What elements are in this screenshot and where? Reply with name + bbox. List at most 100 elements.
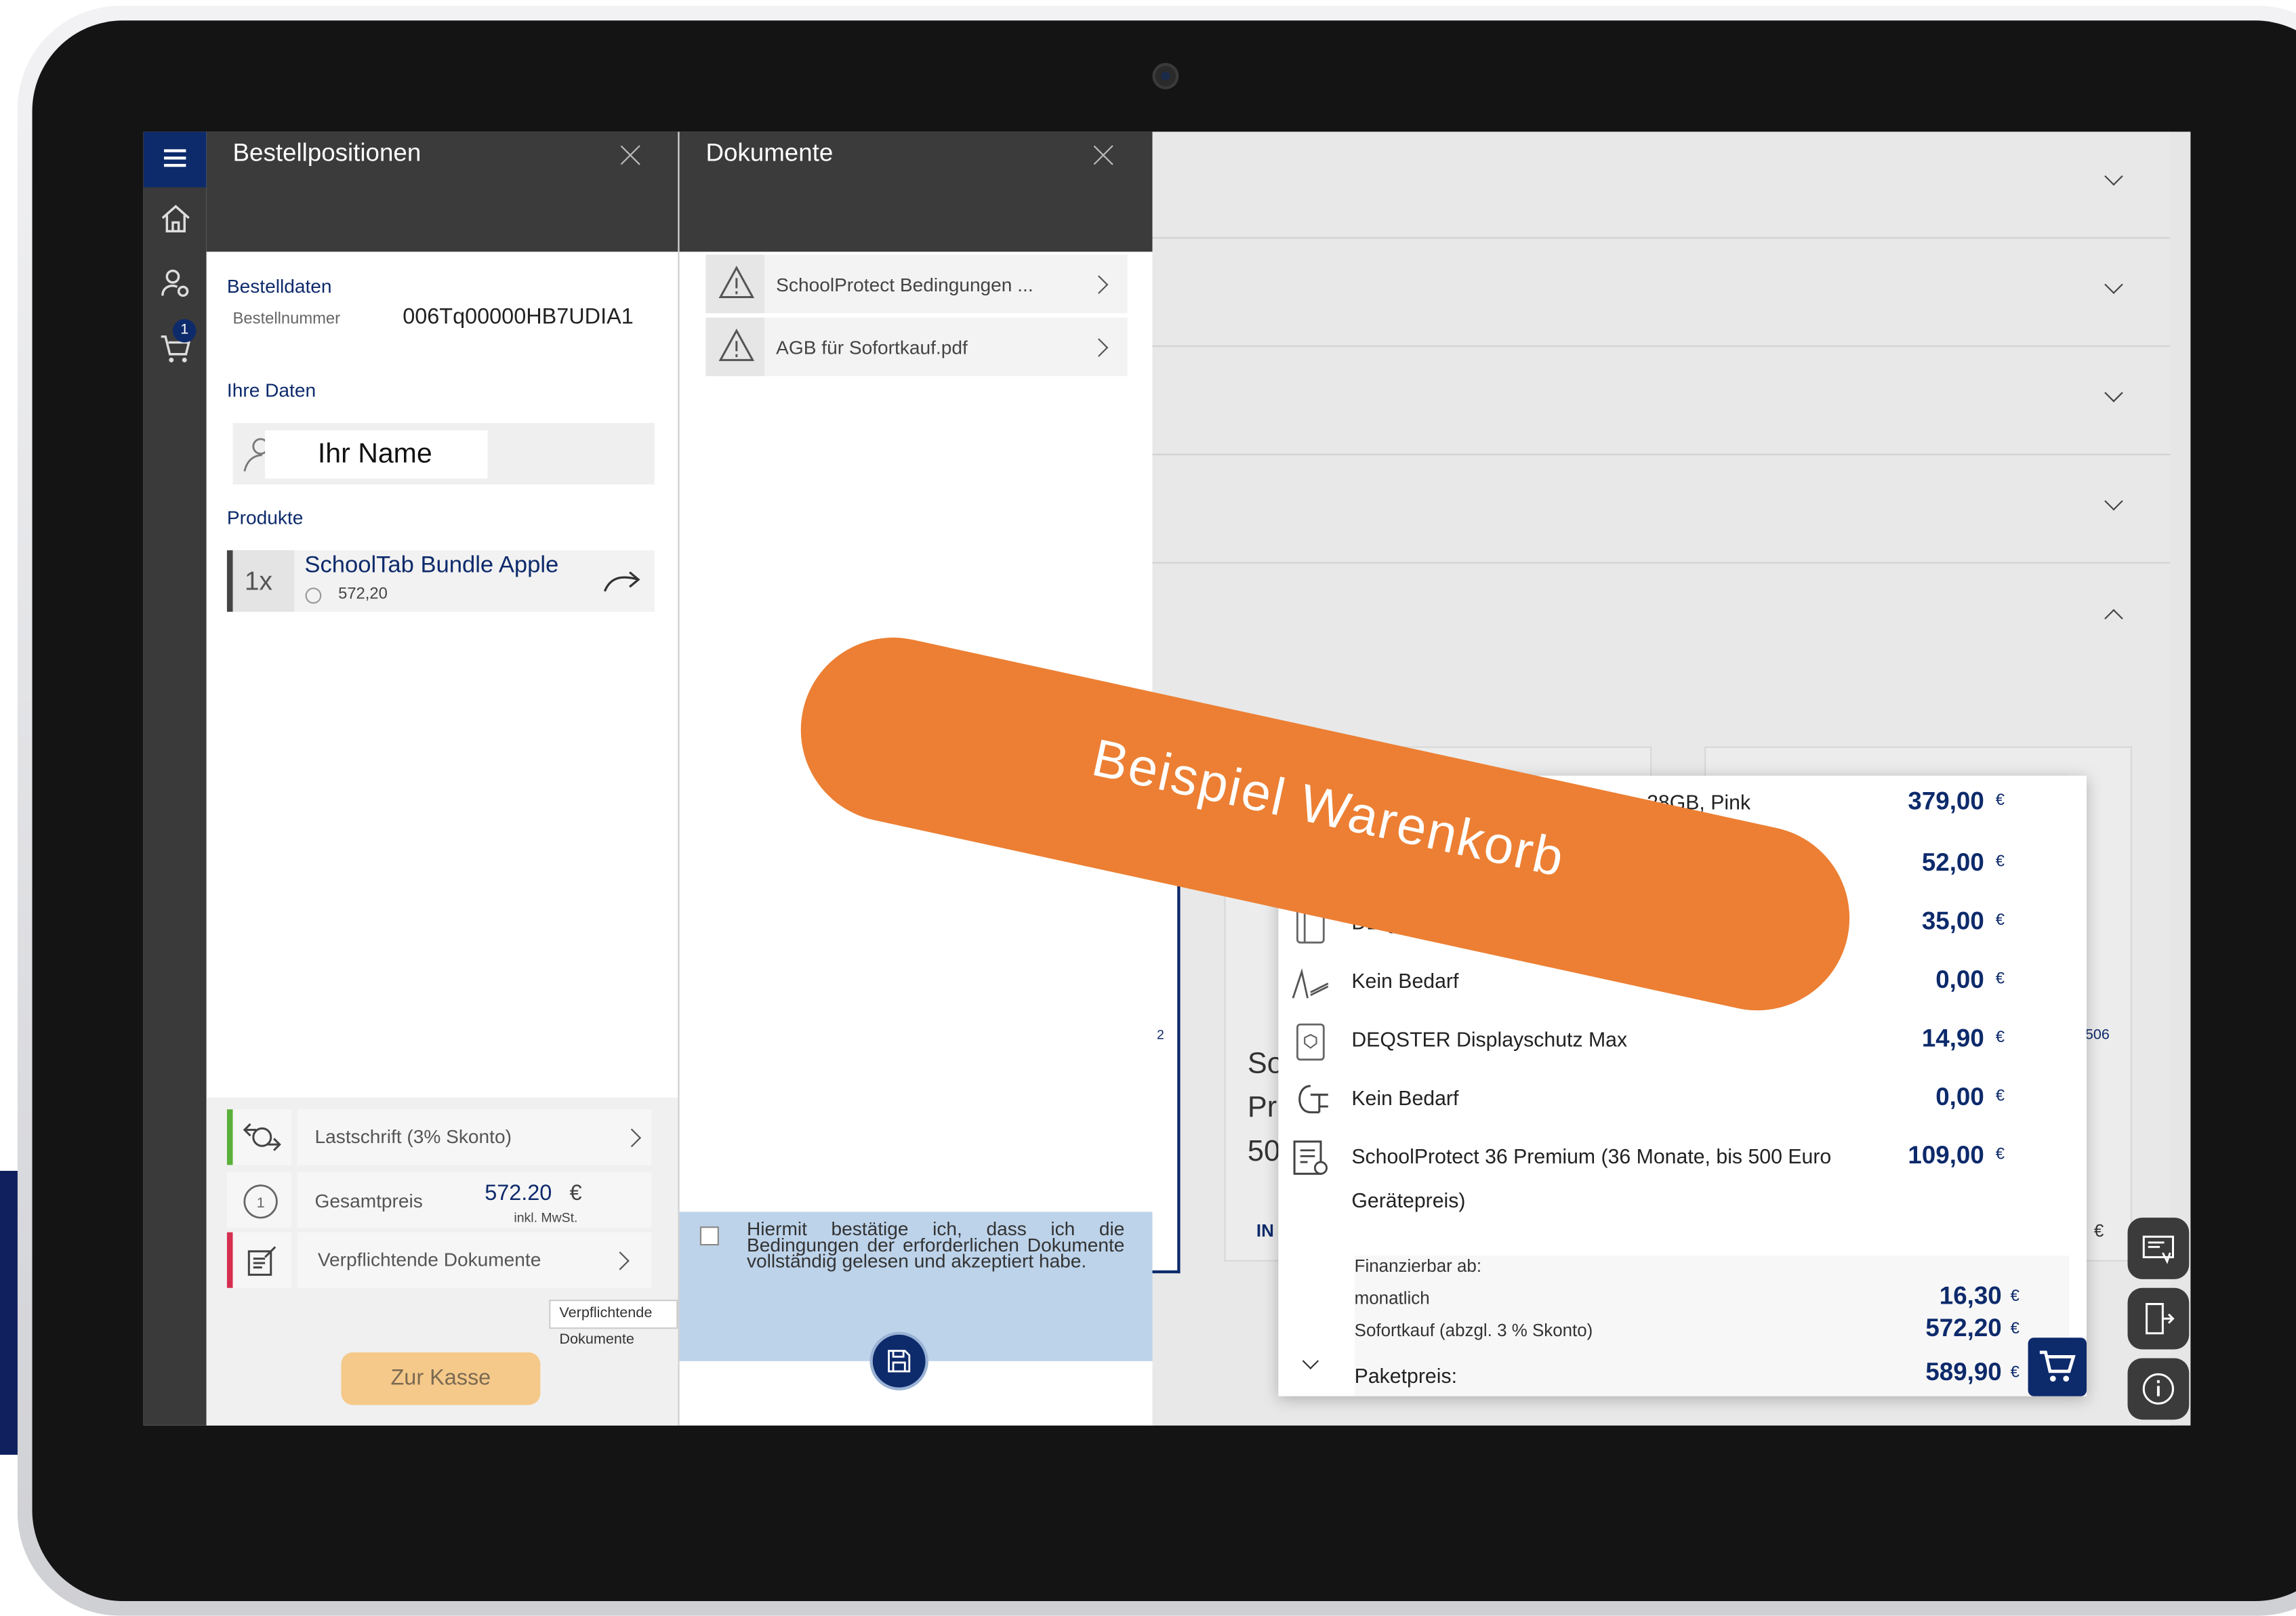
chevron-up-icon[interactable] [2104,608,2123,628]
stylus-icon [1292,968,1329,999]
warning-icon [718,266,755,298]
warning-icon [718,329,755,361]
info-button[interactable] [2127,1358,2190,1420]
name-field[interactable]: Ihr Name [232,423,655,484]
package-price-value: 589,90 [1925,1358,2002,1386]
instant-purchase-value: 572,20 [1925,1314,2002,1342]
checkout-button[interactable]: Zur Kasse [341,1352,541,1405]
screen-protector-icon [1296,1023,1325,1061]
chevron-down-icon [2104,167,2123,186]
monthly-label: monatlich [1354,1287,1430,1309]
exit-door-icon [2146,1303,2175,1335]
accordion-row[interactable] [1151,131,2171,239]
price-line-item: Kein Bedarf 0,00 € [1278,1071,2069,1127]
item-currency: € [1995,1146,2005,1164]
payment-method-label: Lastschrift (3% Skonto) [314,1125,512,1148]
share-arrow-icon[interactable] [602,568,642,594]
svg-text:1: 1 [257,1194,265,1211]
monthly-currency: € [2010,1287,2020,1306]
close-icon[interactable] [619,144,643,167]
info-icon [2142,1373,2175,1405]
accordion-row[interactable] [1151,456,2171,564]
item-price: 14,90 [1921,1024,1984,1053]
documents-tooltip: Verpflichtende Dokumente [549,1300,678,1348]
order-panel-title: Bestellpositionen [232,139,422,167]
instant-purchase-currency: € [2010,1320,2020,1338]
card-title-fragment: Pr [1247,1092,1277,1124]
product-row[interactable]: 1x SchoolTab Bundle Apple 572,20 [226,550,655,612]
item-currency: € [1995,1087,2005,1105]
order-panel: Bestellpositionen Bestelldaten Bestellnu… [206,131,678,1426]
confirm-text: Hiermit bestätige ich, dass ich die Bedi… [746,1218,1125,1272]
clock-icon [305,587,322,604]
card-fragment: € [2093,1220,2104,1241]
chevron-down-icon[interactable] [1302,1352,1319,1370]
item-currency: € [1995,791,2005,810]
item-currency: € [1995,853,2005,871]
item-name: Kein Bedarf [1351,968,1459,993]
save-icon [888,1350,911,1373]
item-price: 0,00 [1935,966,1984,994]
item-name: SchoolProtect 36 Premium (36 Monate, bis… [1351,1144,1832,1168]
total-price-note: inkl. MwSt. [514,1210,578,1225]
card-fragment: 2 [1156,1027,1164,1042]
item-price: 379,00 [1908,787,1984,816]
total-price-row: 1 Gesamtpreis 572.20 € inkl. MwSt. [226,1172,652,1230]
item-currency: € [1995,1029,2005,1047]
financing-label: Finanzierbar ab: [1354,1256,1482,1277]
monthly-value: 16,30 [1939,1282,2002,1310]
accordion-row[interactable] [1151,348,2171,455]
contract-button[interactable] [2127,1218,2190,1279]
home-icon[interactable] [158,202,193,237]
total-price-currency: € [569,1181,582,1206]
chevron-down-icon [2104,275,2123,294]
order-number-value: 006Tq00000HB7UDIA1 [403,304,634,330]
product-price: 572,20 [338,585,388,603]
item-name-continued: Gerätepreis) [1351,1188,1466,1212]
documents-panel-header: Dokumente [679,131,1153,252]
cart-button[interactable] [2028,1338,2087,1396]
document-item[interactable]: AGB für Sofortkauf.pdf [705,317,1128,377]
user-settings-icon[interactable] [158,266,193,302]
product-quantity: 1x [244,566,272,596]
order-panel-header: Bestellpositionen [206,131,678,252]
order-data-heading: Bestelldaten [226,275,332,297]
accordion-row[interactable] [1151,240,2171,347]
exit-button[interactable] [2127,1287,2190,1350]
mandatory-documents-label: Verpflichtende Dokumente [317,1248,541,1270]
item-name: Kein Bedarf [1351,1085,1459,1110]
chevron-down-icon [2104,384,2123,402]
your-data-heading: Ihre Daten [226,379,316,401]
chevron-right-icon [1089,338,1109,357]
item-price: 52,00 [1921,848,1984,877]
products-heading: Produkte [226,506,304,529]
mandatory-documents-row[interactable]: Verpflichtende Dokumente [226,1232,652,1291]
sidebar: 1 [143,131,207,1426]
document-edit-icon [247,1246,276,1276]
item-price: 0,00 [1935,1083,1984,1111]
instant-purchase-label: Sofortkauf (abzgl. 3 % Skonto) [1354,1320,1593,1341]
cart-icon [2039,1350,2076,1382]
item-currency: € [1995,970,2005,988]
contract-icon [2142,1235,2175,1264]
document-item[interactable]: SchoolProtect Bedingungen ... [705,254,1128,314]
package-price-currency: € [2010,1364,2020,1382]
payment-transfer-icon [243,1123,281,1151]
payment-method-row[interactable]: Lastschrift (3% Skonto) [226,1109,652,1167]
chevron-right-icon [1089,275,1109,294]
document-label: AGB für Sofortkauf.pdf [776,336,968,359]
item-price: 35,00 [1921,907,1984,936]
chevron-down-icon [2104,492,2123,511]
package-price-label: Paketpreis: [1354,1364,1458,1388]
cart-count-badge: 1 [172,318,197,343]
close-icon[interactable] [1092,144,1116,167]
hamburger-menu-button[interactable] [143,131,207,188]
card-title-fragment: 50 [1247,1136,1281,1168]
confirm-checkbox[interactable] [699,1226,719,1246]
item-name: DEQSTER Displayschutz Max [1351,1027,1628,1051]
save-button[interactable] [869,1331,928,1390]
price-line-item: DEQSTER Displayschutz Max 14,90 € [1278,1013,2069,1069]
certificate-icon [1293,1140,1328,1175]
documents-panel-title: Dokumente [705,139,834,167]
document-label: SchoolProtect Bedingungen ... [776,273,1033,296]
